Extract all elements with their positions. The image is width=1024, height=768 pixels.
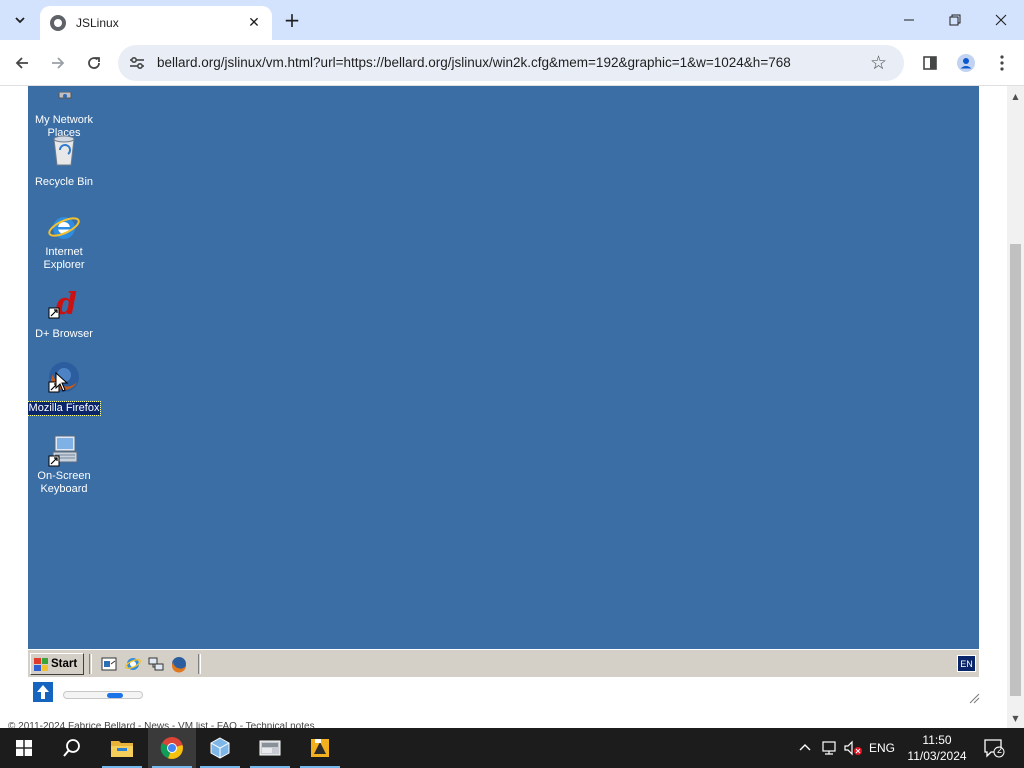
scroll-down-icon[interactable]: ▼ xyxy=(1007,710,1024,726)
network-status-icon[interactable] xyxy=(818,728,840,768)
scroll-thumb[interactable] xyxy=(1010,244,1021,696)
tab-search-icon[interactable] xyxy=(8,8,32,32)
desktop-icon-d-plus-browser[interactable]: d D+ Browser xyxy=(28,286,102,341)
app-icon[interactable] xyxy=(246,728,294,768)
start-label: Start xyxy=(51,658,78,670)
upload-progress-fill xyxy=(107,693,123,698)
tab-title: JSLinux xyxy=(76,16,119,30)
page-viewport: My Network Places Recycle Bin Internet Exp… xyxy=(0,86,1024,728)
back-arrow-icon[interactable] xyxy=(8,49,36,77)
vm-taskbar: Start EN xyxy=(28,649,979,677)
url-text: bellard.org/jslinux/vm.html?url=https://… xyxy=(157,55,791,70)
profile-icon[interactable] xyxy=(952,49,980,77)
chrome-icon[interactable] xyxy=(148,728,196,768)
recycle-bin-icon xyxy=(47,134,81,168)
page-scrollbar[interactable]: ▲ ▼ xyxy=(1007,86,1024,728)
screen: JSLinux ✕ + bellard.org/jslinux/vm.html?… xyxy=(0,0,1024,768)
minimize-icon[interactable] xyxy=(886,0,932,40)
app-icon-2[interactable] xyxy=(296,728,344,768)
show-desktop-icon[interactable] xyxy=(100,655,118,673)
desktop-icon-label: Mozilla Firefox xyxy=(28,401,102,416)
firefox-icon xyxy=(47,360,81,394)
desktop-icon-label: Recycle Bin xyxy=(34,176,94,188)
address-bar[interactable]: bellard.org/jslinux/vm.html?url=https://… xyxy=(118,45,904,81)
tab-strip: JSLinux ✕ + xyxy=(0,0,1024,40)
windows-taskbar: ENG 11:50 11/03/2024 2 xyxy=(0,728,1024,768)
upload-icon[interactable] xyxy=(33,682,53,702)
firefox-icon[interactable] xyxy=(170,655,188,673)
windows-flag-icon xyxy=(34,657,48,671)
resize-grip-icon[interactable] xyxy=(968,692,980,704)
forward-arrow-icon[interactable] xyxy=(44,49,72,77)
desktop-icon-on-screen-keyboard[interactable]: On-Screen Keyboard xyxy=(28,434,102,496)
close-icon[interactable]: ✕ xyxy=(244,13,264,33)
restore-icon[interactable] xyxy=(932,0,978,40)
bookmark-star-icon[interactable]: ☆ xyxy=(870,52,887,74)
mouse-cursor-icon xyxy=(55,372,69,392)
desktop-icon-mozilla-firefox[interactable]: Mozilla Firefox xyxy=(28,360,102,416)
volume-muted-icon[interactable] xyxy=(842,728,864,768)
start-icon[interactable] xyxy=(0,728,48,768)
search-icon[interactable] xyxy=(48,728,96,768)
notification-icon[interactable]: 2 xyxy=(980,728,1008,768)
clock-time: 11:50 xyxy=(922,733,952,747)
menu-icon[interactable] xyxy=(988,49,1016,77)
favicon-icon xyxy=(50,15,66,31)
d-plus-browser-icon: d xyxy=(47,286,81,322)
clock-date: 11/03/2024 xyxy=(907,749,967,763)
virtualbox-icon[interactable] xyxy=(196,728,244,768)
desktop-icon-label: Internet Explorer xyxy=(43,246,85,271)
reload-icon[interactable] xyxy=(80,49,108,77)
browser-toolbar: bellard.org/jslinux/vm.html?url=https://… xyxy=(0,40,1024,86)
site-settings-icon[interactable] xyxy=(128,54,146,72)
close-window-icon[interactable] xyxy=(978,0,1024,40)
chevron-up-icon[interactable] xyxy=(796,728,814,768)
upload-progress-bar xyxy=(63,691,143,699)
vm-desktop[interactable]: My Network Places Recycle Bin Internet Exp… xyxy=(28,86,979,649)
system-clock[interactable]: 11:50 11/03/2024 xyxy=(900,732,974,764)
on-screen-keyboard-icon xyxy=(47,434,81,468)
desktop-icon-label: On-Screen Keyboard xyxy=(37,470,91,495)
input-language[interactable]: ENG xyxy=(866,728,898,768)
network-places-icon xyxy=(47,86,81,112)
network-icon[interactable] xyxy=(147,655,165,673)
start-button[interactable]: Start xyxy=(30,653,84,675)
notification-count: 2 xyxy=(997,745,1003,755)
taskbar-separator xyxy=(89,654,92,674)
side-panel-icon[interactable] xyxy=(916,49,944,77)
desktop-icon-internet-explorer[interactable]: Internet Explorer xyxy=(28,210,102,272)
desktop-icon-recycle-bin[interactable]: Recycle Bin xyxy=(28,134,102,189)
file-explorer-icon[interactable] xyxy=(98,728,146,768)
internet-explorer-icon xyxy=(47,210,81,244)
plus-icon[interactable]: + xyxy=(280,8,304,32)
desktop-icon-label: D+ Browser xyxy=(35,328,93,340)
scroll-up-icon[interactable]: ▲ xyxy=(1007,88,1024,104)
internet-explorer-icon[interactable] xyxy=(124,655,142,673)
browser-tab[interactable]: JSLinux ✕ xyxy=(40,6,272,40)
language-indicator[interactable]: EN xyxy=(957,655,976,672)
taskbar-separator xyxy=(198,654,201,674)
desktop-icon-my-network-places[interactable]: My Network Places xyxy=(28,86,102,140)
